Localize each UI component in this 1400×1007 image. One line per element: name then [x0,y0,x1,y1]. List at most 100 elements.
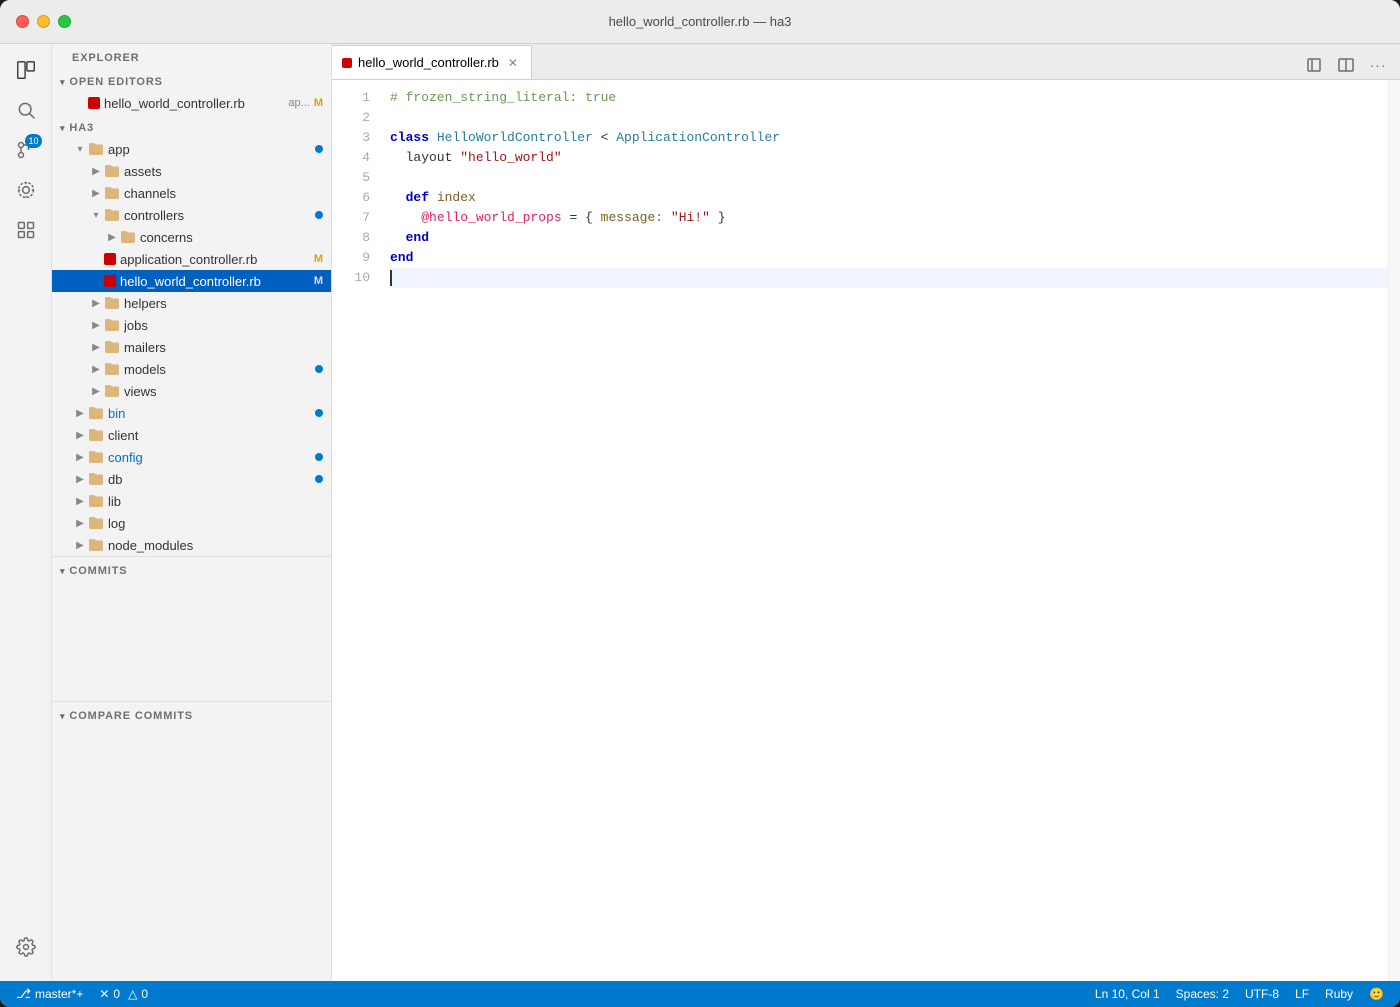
sidebar: EXPLORER ▾ OPEN EDITORS hello_world_cont… [52,44,332,981]
source-control-badge: 10 [25,134,41,148]
tab-close-button[interactable]: ✕ [505,55,521,71]
minimize-button[interactable] [37,15,50,28]
folder-lib[interactable]: ▶ lib [52,490,331,512]
error-count: 0 [113,987,120,1001]
code-content[interactable]: # frozen_string_literal: true class Hell… [382,80,1388,981]
file-application-controller[interactable]: application_controller.rb M [52,248,331,270]
folder-log-label: log [108,516,331,531]
compare-commits-header[interactable]: ▾ COMPARE COMMITS [52,702,331,726]
spaces-status[interactable]: Spaces: 2 [1168,981,1237,1007]
commits-chevron: ▾ [60,566,65,577]
project-header[interactable]: ▾ HA3 [52,114,331,138]
commits-section: ▾ COMMITS [52,556,331,701]
open-editors-header[interactable]: ▾ OPEN EDITORS [52,68,331,92]
warning-icon: △ [128,987,137,1001]
tab-bar: hello_world_controller.rb ✕ [332,44,1400,80]
hw-modified-badge: M [314,275,323,287]
folder-channels[interactable]: ▶ channels [52,182,331,204]
folder-concerns[interactable]: ▶ concerns [52,226,331,248]
tab-actions: ··· [1292,51,1400,79]
folder-db-label: db [108,472,315,487]
folder-models[interactable]: ▶ models [52,358,331,380]
warning-count: 0 [141,987,148,1001]
folder-controllers-label: controllers [124,208,315,223]
folder-jobs[interactable]: ▶ jobs [52,314,331,336]
extensions-activity-icon[interactable] [8,212,44,248]
maximize-button[interactable] [58,15,71,28]
face-icon: 🙂 [1369,987,1384,1001]
folder-views-label: views [124,384,331,399]
folder-db[interactable]: ▶ db [52,468,331,490]
ruby-icon-app-ctrl [104,253,116,265]
window-title: hello_world_controller.rb — ha3 [609,14,792,29]
branch-icon: ⎇ [16,986,31,1002]
code-line-1: # frozen_string_literal: true [390,88,1388,108]
close-button[interactable] [16,15,29,28]
activity-bar: 10 [0,44,52,981]
tab-ruby-icon [342,58,352,68]
folder-config-badge [315,453,323,461]
position-label: Ln 10, Col 1 [1095,987,1160,1001]
compare-commits-chevron: ▾ [60,711,65,722]
ruby-icon-hw-ctrl [104,275,116,287]
code-line-2 [390,108,1388,128]
traffic-lights [16,15,71,28]
source-control-activity-icon[interactable]: 10 [8,132,44,168]
folder-channels-label: channels [124,186,331,201]
folder-app[interactable]: ▾ app [52,138,331,160]
folder-node-modules[interactable]: ▶ node_modules [52,534,331,556]
file-hello-world-controller-label: hello_world_controller.rb [120,274,314,289]
position-status[interactable]: Ln 10, Col 1 [1087,981,1168,1007]
folder-helpers-label: helpers [124,296,331,311]
folder-mailers[interactable]: ▶ mailers [52,336,331,358]
main-layout: 10 [0,44,1400,981]
search-activity-icon[interactable] [8,92,44,128]
encoding-status[interactable]: UTF-8 [1237,981,1287,1007]
folder-lib-label: lib [108,494,331,509]
face-status[interactable]: 🙂 [1361,981,1392,1007]
editor-area: hello_world_controller.rb ✕ [332,44,1400,981]
folder-views[interactable]: ▶ views [52,380,331,402]
folder-assets-label: assets [124,164,331,179]
split-editor-button[interactable] [1332,51,1360,79]
project-chevron: ▾ [60,123,65,134]
folder-mailers-label: mailers [124,340,331,355]
folder-config[interactable]: ▶ config [52,446,331,468]
file-hello-world-controller[interactable]: hello_world_controller.rb M [52,270,331,292]
open-editor-item[interactable]: hello_world_controller.rb ap... M [52,92,331,114]
folder-models-label: models [124,362,315,377]
code-line-5 [390,168,1388,188]
code-line-10 [390,268,1388,288]
spaces-label: Spaces: 2 [1176,987,1229,1001]
line-numbers: 1 2 3 4 5 6 7 8 9 10 [332,80,382,981]
folder-log[interactable]: ▶ log [52,512,331,534]
folder-assets[interactable]: ▶ assets [52,160,331,182]
code-editor[interactable]: 1 2 3 4 5 6 7 8 9 10 # frozen_string_lit… [332,80,1400,981]
file-tree: ▾ OPEN EDITORS hello_world_controller.rb… [52,68,331,981]
folder-client[interactable]: ▶ client [52,424,331,446]
folder-bin[interactable]: ▶ bin [52,402,331,424]
more-actions-button[interactable]: ··· [1364,51,1392,79]
branch-status[interactable]: ⎇ master*+ [8,981,91,1007]
encoding-label: UTF-8 [1245,987,1279,1001]
folder-jobs-label: jobs [124,318,331,333]
debug-activity-icon[interactable] [8,172,44,208]
explorer-activity-icon[interactable] [8,52,44,88]
folder-app-label: app [108,142,315,157]
code-line-3: class HelloWorldController < Application… [390,128,1388,148]
file-application-controller-label: application_controller.rb [120,252,314,267]
code-line-4: layout "hello_world" [390,148,1388,168]
commits-header[interactable]: ▾ COMMITS [52,557,331,581]
minimap-scrollbar[interactable] [1388,80,1400,981]
folder-controllers[interactable]: ▾ controllers [52,204,331,226]
folder-bin-label: bin [108,406,315,421]
tab-hello-world-controller[interactable]: hello_world_controller.rb ✕ [332,45,532,79]
line-ending-status[interactable]: LF [1287,981,1317,1007]
open-preview-button[interactable] [1300,51,1328,79]
folder-helpers[interactable]: ▶ helpers [52,292,331,314]
errors-status[interactable]: ✕ 0 △ 0 [91,981,156,1007]
folder-node-modules-label: node_modules [108,538,331,553]
code-line-6: def index [390,188,1388,208]
language-status[interactable]: Ruby [1317,981,1361,1007]
settings-activity-icon[interactable] [8,929,44,965]
